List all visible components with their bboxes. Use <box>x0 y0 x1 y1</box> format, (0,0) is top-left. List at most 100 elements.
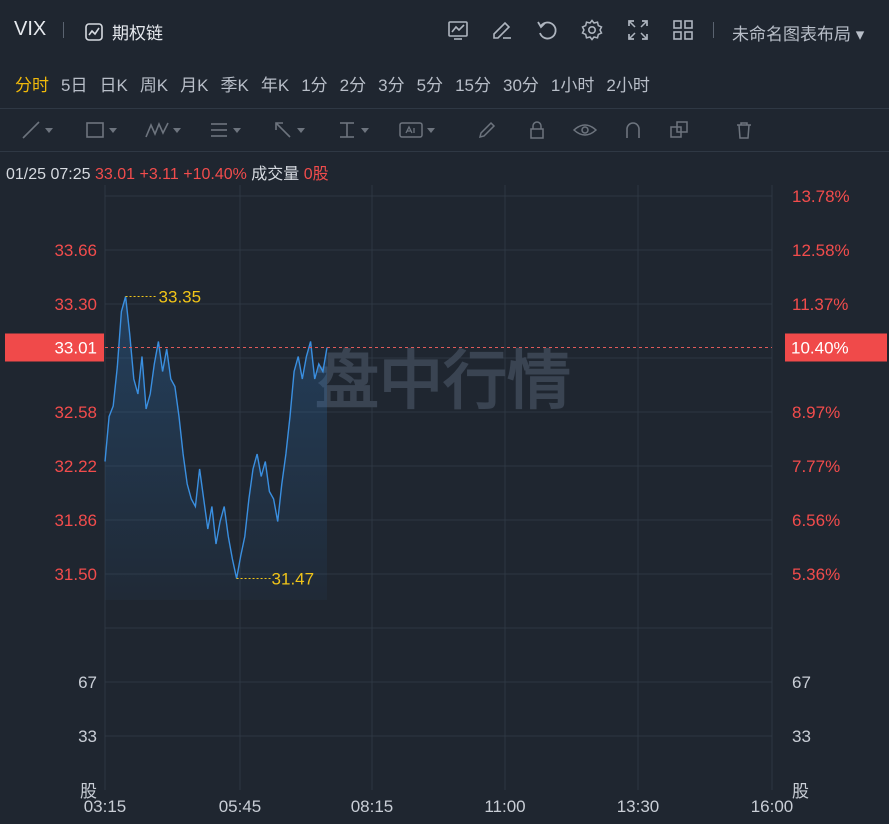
period-tab[interactable]: 1分 <box>295 71 333 96</box>
volume-label: 成交量 <box>251 166 300 183</box>
fullscreen-icon[interactable] <box>626 18 650 42</box>
layout-selector[interactable]: 未命名图表布局 ▾ <box>732 20 864 45</box>
period-tab[interactable]: 1小时 <box>545 71 600 96</box>
chevron-down-icon <box>45 128 53 133</box>
drawing-toolbar <box>0 110 889 150</box>
divider <box>0 151 889 152</box>
text-box-icon <box>399 122 423 138</box>
magnet-tool[interactable] <box>622 118 644 142</box>
period-tab[interactable]: 周K <box>134 71 174 96</box>
period-tab[interactable]: 15分 <box>449 71 497 96</box>
x-axis-label: 05:45 <box>219 797 262 816</box>
period-tab[interactable]: 2小时 <box>600 71 655 96</box>
y-axis-label-right: 5.36% <box>792 565 840 584</box>
fibonacci-tool[interactable] <box>208 118 241 142</box>
option-chain-label: 期权链 <box>112 24 163 43</box>
quote-change-pct: +10.40% <box>183 166 247 183</box>
current-price-label: 33.01 <box>54 339 97 358</box>
high-label: 33.35 <box>159 288 202 307</box>
visibility-tool[interactable] <box>572 118 598 142</box>
symbol-title[interactable]: VIX <box>14 18 46 41</box>
divider <box>63 22 64 38</box>
divider <box>713 22 714 38</box>
volume-axis-label-right: 33 <box>792 727 811 746</box>
price-chart[interactable]: 盘中行情 33.66 33.30 32.58 32.22 31.86 31.50 13.78%… <box>0 185 889 824</box>
text-tool[interactable] <box>398 118 435 142</box>
low-label: 31.47 <box>272 570 315 589</box>
measure-tool[interactable] <box>336 118 369 142</box>
rectangle-tool[interactable] <box>84 118 117 142</box>
undo-icon[interactable] <box>535 18 559 42</box>
volume-unit-right: 股 <box>792 782 809 801</box>
y-axis-label-left: 31.86 <box>54 511 97 530</box>
period-tab[interactable]: 5日 <box>55 71 93 96</box>
volume-axis-label-left: 67 <box>78 673 97 692</box>
period-tabs: 分时 5日 日K 周K 月K 季K 年K 1分 2分 3分 5分 15分 30分 1小时 2小时 <box>0 66 656 100</box>
volume-axis-label-left: 33 <box>78 727 97 746</box>
wave-icon <box>145 121 169 138</box>
magnet-icon <box>626 122 640 138</box>
grid-layout-icon[interactable] <box>671 18 695 42</box>
chevron-down-icon: ▾ <box>855 25 865 44</box>
lock-tool[interactable] <box>526 118 548 142</box>
divider <box>0 108 889 109</box>
period-tab[interactable]: 5分 <box>411 71 449 96</box>
option-chain-button[interactable]: 期权链 <box>84 19 163 44</box>
rectangle-icon <box>86 122 104 138</box>
measure-icon <box>340 122 354 138</box>
period-tab[interactable]: 日K <box>93 71 133 96</box>
copy-tool[interactable] <box>668 118 690 142</box>
edit-icon[interactable] <box>490 18 514 42</box>
y-axis-label-left: 32.22 <box>54 457 97 476</box>
x-axis-label: 16:00 <box>751 797 794 816</box>
pen-icon <box>478 121 496 139</box>
x-axis-label: 03:15 <box>84 797 127 816</box>
quote-info-bar: 01/25 07:25 33.01 +3.11 +10.40% 成交量 0股 <box>6 160 329 184</box>
period-tab[interactable]: 月K <box>174 71 214 96</box>
period-tab[interactable]: 季K <box>215 71 255 96</box>
y-axis-label-left: 33.66 <box>54 241 97 260</box>
quote-datetime: 01/25 07:25 <box>6 166 91 183</box>
arrow-tool[interactable] <box>272 118 305 142</box>
chart-book-icon <box>85 22 103 41</box>
y-axis-label-right: 11.37% <box>792 295 848 314</box>
quote-change: +3.11 <box>139 166 179 183</box>
current-pct-label: 10.40% <box>791 339 849 358</box>
y-axis-label-right: 7.77% <box>792 457 840 476</box>
delete-tool[interactable] <box>733 118 755 142</box>
eye-icon <box>572 124 598 136</box>
wave-tool[interactable] <box>144 118 181 142</box>
volume-value: 0股 <box>303 166 329 183</box>
y-axis-label-right: 12.58% <box>792 241 850 260</box>
chevron-down-icon <box>109 128 117 133</box>
chevron-down-icon <box>361 128 369 133</box>
lock-icon <box>530 121 544 139</box>
period-tab[interactable]: 年K <box>255 71 295 96</box>
watermark: 盘中行情 <box>315 345 571 419</box>
fibonacci-icon <box>211 123 227 137</box>
trend-line-tool[interactable] <box>20 118 53 142</box>
chevron-down-icon <box>233 128 241 133</box>
period-tab[interactable]: 分时 <box>0 71 55 96</box>
x-axis-label: 13:30 <box>617 797 660 816</box>
trash-icon <box>737 122 751 139</box>
y-axis-label-left: 31.50 <box>54 565 97 584</box>
gear-icon[interactable] <box>580 18 604 42</box>
price-area <box>105 296 327 600</box>
indicator-icon[interactable] <box>446 18 470 42</box>
top-toolbar: VIX 期权链 未命名图表布局 ▾ <box>0 0 889 60</box>
chevron-down-icon <box>173 128 181 133</box>
x-axis-label: 08:15 <box>351 797 394 816</box>
period-tab[interactable]: 2分 <box>334 71 372 96</box>
chevron-down-icon <box>297 128 305 133</box>
period-tab[interactable]: 30分 <box>497 71 545 96</box>
chevron-down-icon <box>427 128 435 133</box>
layout-name: 未命名图表布局 <box>732 25 851 44</box>
line-icon <box>22 121 40 139</box>
y-axis-label-left: 32.58 <box>54 403 97 422</box>
quote-price: 33.01 <box>94 166 136 183</box>
pen-tool[interactable] <box>476 118 498 142</box>
y-axis-label-right: 6.56% <box>792 511 840 530</box>
period-tab[interactable]: 3分 <box>372 71 410 96</box>
y-axis-label-right: 8.97% <box>792 403 840 422</box>
